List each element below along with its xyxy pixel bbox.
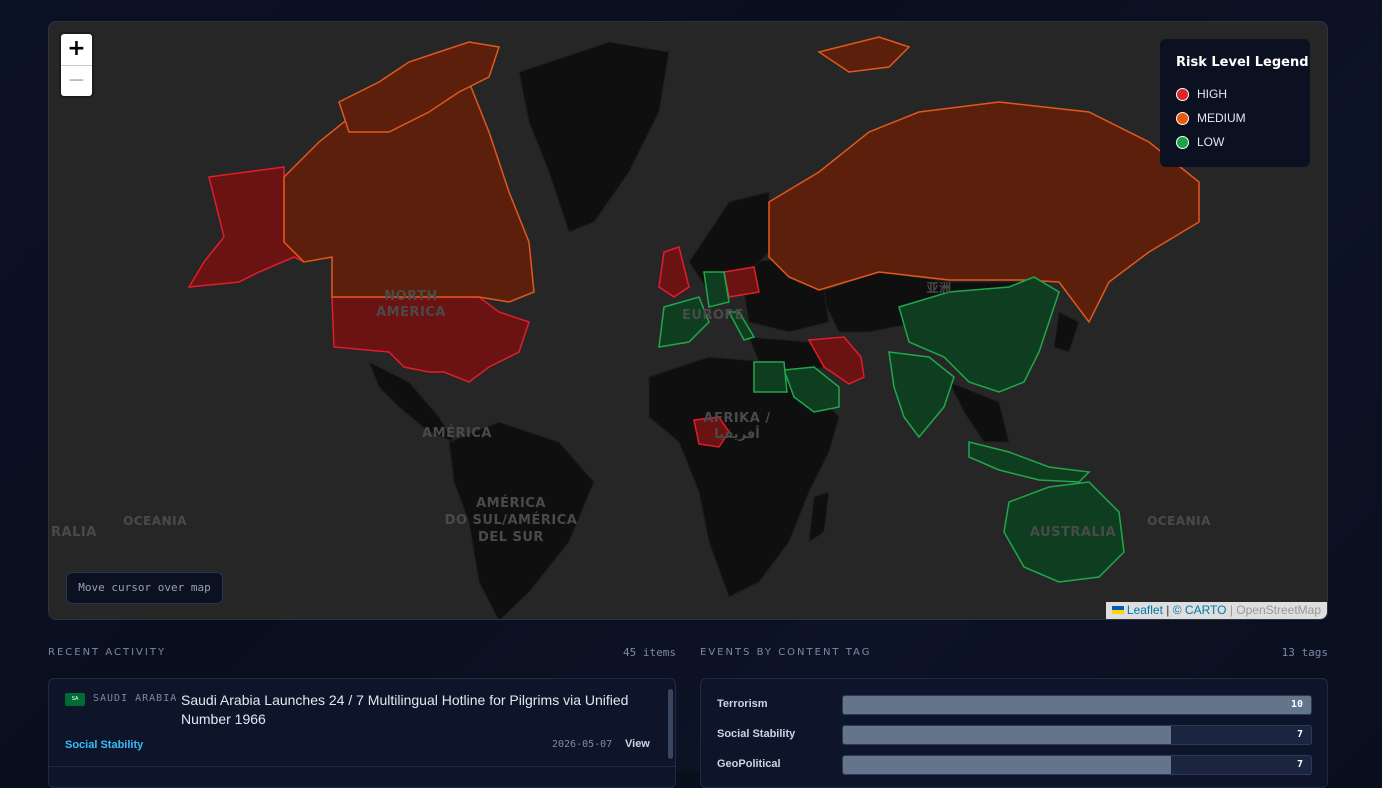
tag-value: 7 xyxy=(1296,729,1303,740)
tag-label: GeoPolitical xyxy=(717,758,781,770)
legend-label: LOW xyxy=(1197,135,1225,149)
activity-tag[interactable]: Social Stability xyxy=(65,739,143,751)
label-north-america-2: AMERICA xyxy=(376,305,446,320)
leaflet-link[interactable]: Leaflet xyxy=(1127,603,1163,617)
region-poland xyxy=(723,266,760,298)
recent-activity-count: 45 items xyxy=(623,646,676,659)
osm-link[interactable]: OpenStreetMap xyxy=(1236,603,1321,617)
ukraine-flag-icon xyxy=(1111,606,1124,614)
tag-bar-fill xyxy=(843,696,1311,714)
tag-bar-track: 7 xyxy=(842,725,1312,745)
tag-bar-fill xyxy=(843,756,1171,774)
tag-row-terrorism[interactable]: Terrorism 10 xyxy=(717,695,1313,715)
label-north-america-1: NORTH xyxy=(384,289,438,304)
content-tags-heading: EVENTS BY CONTENT TAG xyxy=(700,647,872,658)
tag-row-social-stability[interactable]: Social Stability 7 xyxy=(717,725,1313,745)
tag-label: Social Stability xyxy=(717,728,796,740)
legend-label: MEDIUM xyxy=(1197,111,1246,125)
legend-title: Risk Level Legend xyxy=(1176,55,1309,70)
tag-bar-track: 10 xyxy=(842,695,1312,715)
label-south-america-1: AMÉRICA xyxy=(476,495,546,511)
zoom-in-button[interactable]: + xyxy=(61,34,92,65)
cursor-coordinates-readout: Move cursor over map xyxy=(66,572,223,604)
carto-link[interactable]: © CARTO xyxy=(1173,603,1227,617)
label-ralia: RALIA xyxy=(51,525,97,540)
attribution-separator: | xyxy=(1162,603,1173,617)
map-attribution: Leaflet | © CARTO | OpenStreetMap xyxy=(1105,602,1327,619)
label-south-america-2: DO SUL/AMÉRICA xyxy=(445,512,578,528)
legend-item-high: HIGH xyxy=(1176,82,1294,106)
map-canvas[interactable]: NORTH AMERICA AMÉRICA AMÉRICA DO SUL/AMÉ… xyxy=(49,22,1328,620)
risk-legend: Risk Level Legend HIGH MEDIUM LOW xyxy=(1160,39,1310,167)
tag-label: Terrorism xyxy=(717,698,768,710)
list-item[interactable]: SA SAUDI ARABIA Saudi Arabia Launches 24… xyxy=(49,679,675,767)
region-india xyxy=(888,351,955,439)
legend-item-medium: MEDIUM xyxy=(1176,106,1294,130)
zoom-out-button[interactable]: − xyxy=(61,65,92,96)
tag-value: 7 xyxy=(1296,759,1303,770)
saudi-arabia-flag-icon: SA xyxy=(65,693,85,706)
activity-country: SAUDI ARABIA xyxy=(93,693,178,704)
tag-value: 10 xyxy=(1290,699,1303,710)
label-oceania-right: OCEANIA xyxy=(1147,514,1211,528)
label-america: AMÉRICA xyxy=(422,425,492,441)
label-australia: AUSTRALIA xyxy=(1030,525,1116,540)
label-africa-2: أفريقيا xyxy=(714,425,759,442)
risk-map[interactable]: NORTH AMERICA AMÉRICA AMÉRICA DO SUL/AMÉ… xyxy=(48,21,1328,620)
region-uk xyxy=(658,246,690,298)
label-south-america-3: DEL SUR xyxy=(478,530,544,545)
high-dot-icon xyxy=(1176,87,1189,101)
region-egypt xyxy=(753,361,788,393)
activity-scrollbar[interactable] xyxy=(668,689,673,759)
tag-row-geopolitical[interactable]: GeoPolitical 7 xyxy=(717,755,1313,775)
label-africa-1: AFRIKA / xyxy=(703,411,770,426)
content-tags-panel: Terrorism 10 Social Stability 7 GeoPolit… xyxy=(700,678,1328,788)
legend-item-low: LOW xyxy=(1176,130,1294,154)
region-germany xyxy=(703,271,730,308)
tag-bar-track: 7 xyxy=(842,755,1312,775)
label-oceania-left: OCEANIA xyxy=(123,514,187,528)
recent-activity-heading: RECENT ACTIVITY xyxy=(48,647,167,658)
medium-dot-icon xyxy=(1176,111,1189,125)
recent-activity-list: SA SAUDI ARABIA Saudi Arabia Launches 24… xyxy=(48,678,676,788)
activity-title[interactable]: Saudi Arabia Launches 24 / 7 Multilingua… xyxy=(181,691,651,729)
zoom-control: + − xyxy=(61,34,92,96)
region-indonesia xyxy=(968,441,1091,483)
region-svalbard xyxy=(817,36,911,73)
legend-label: HIGH xyxy=(1197,87,1227,101)
tag-bar-fill xyxy=(843,726,1171,744)
label-europe: EUROPE xyxy=(682,308,744,323)
label-asia: 亚洲 xyxy=(926,281,951,295)
low-dot-icon xyxy=(1176,135,1189,149)
attribution-separator: | xyxy=(1226,603,1237,617)
content-tags-count: 13 tags xyxy=(1281,646,1328,659)
view-button[interactable]: View xyxy=(625,738,650,750)
activity-date: 2026-05-07 xyxy=(552,739,613,750)
